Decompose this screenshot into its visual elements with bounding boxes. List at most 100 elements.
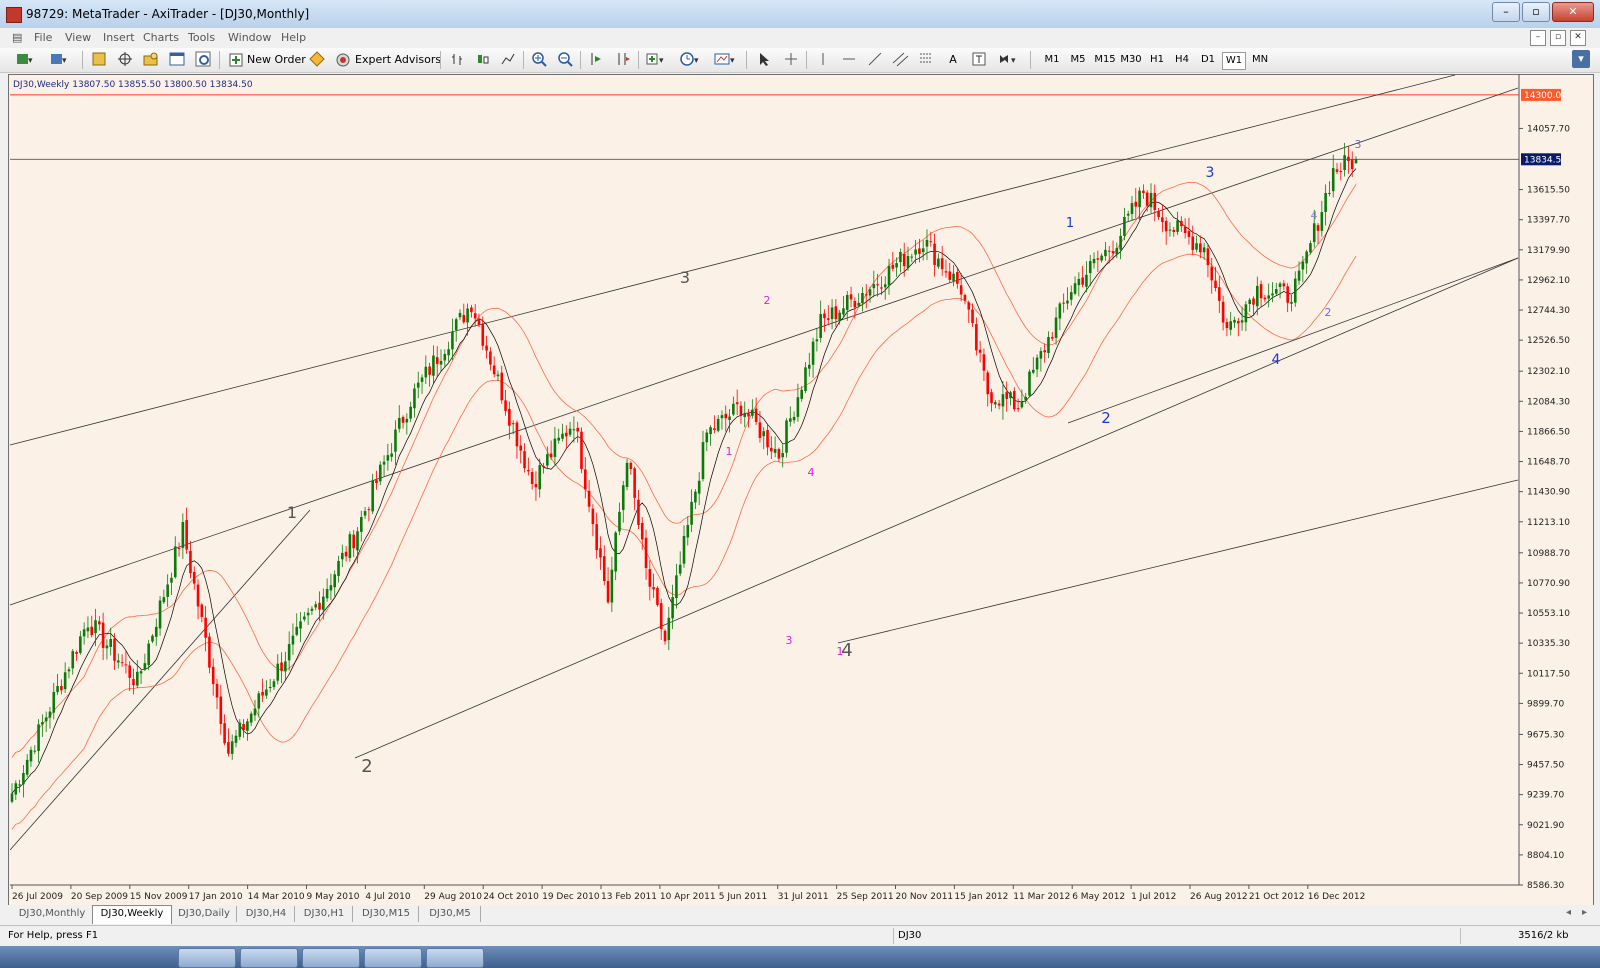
candle-body — [994, 402, 997, 405]
candle-body — [132, 678, 135, 686]
price-chart[interactable]: 1234123412341234 14057.7013615.5013397.7… — [0, 0, 1600, 905]
tab-dj30-h4[interactable]: DJ30,H4 — [238, 906, 295, 922]
candle-body — [823, 313, 826, 319]
price-tick-label: 9021.90 — [1527, 821, 1564, 831]
candle-body — [697, 480, 701, 494]
taskbar-item[interactable] — [302, 948, 360, 968]
candle-body — [1316, 225, 1320, 231]
candle-body — [1335, 169, 1339, 172]
moving-average — [11, 168, 1357, 794]
tab-dj30-monthly[interactable]: DJ30,Monthly — [12, 906, 93, 922]
candle-body — [864, 294, 868, 296]
candle-body — [895, 263, 898, 268]
date-tick-label: 17 Jan 2010 — [189, 892, 243, 902]
price-tick-label: 10335.30 — [1527, 639, 1570, 649]
date-tick-label: 25 Sep 2011 — [837, 892, 894, 902]
candle-body — [204, 617, 207, 638]
date-tick-label: 20 Nov 2011 — [896, 892, 954, 902]
candle-body — [90, 626, 94, 636]
candle-body — [257, 693, 261, 709]
candle-body — [925, 239, 929, 247]
taskbar-item[interactable] — [178, 948, 236, 968]
candle-body — [834, 306, 838, 320]
candle-body — [1142, 190, 1145, 194]
wave-label: 4 — [1272, 352, 1281, 368]
candle-body — [1350, 159, 1354, 170]
taskbar-item[interactable] — [364, 948, 422, 968]
candle-body — [227, 742, 230, 754]
candle-body — [1130, 203, 1134, 215]
candle-body — [1312, 223, 1316, 243]
candle-body — [185, 520, 188, 550]
candle-body — [454, 319, 458, 330]
tab-scroll-left-icon[interactable]: ◂ — [1566, 907, 1571, 918]
candle-body — [405, 418, 409, 423]
candle-body — [276, 663, 280, 681]
candle-body — [868, 289, 872, 296]
candle-body — [223, 723, 226, 744]
candle-body — [709, 427, 712, 435]
candle-body — [902, 254, 906, 267]
candle-body — [671, 597, 674, 619]
tab-dj30-daily[interactable]: DJ30,Daily — [172, 906, 237, 922]
candle-body — [1107, 250, 1111, 252]
tab-dj30-weekly[interactable]: DJ30,Weekly — [92, 905, 172, 924]
candle-body — [1274, 289, 1278, 294]
date-tick-label: 24 Oct 2010 — [483, 892, 539, 902]
candle-body — [542, 466, 545, 468]
wave-label: 2 — [764, 294, 771, 307]
candle-body — [940, 258, 944, 270]
candle-body — [98, 621, 101, 625]
taskbar-item[interactable] — [426, 948, 484, 968]
candle-body — [978, 349, 982, 353]
candle-body — [849, 294, 853, 300]
candle-body — [565, 432, 568, 437]
price-tick-label: 11213.10 — [1527, 518, 1570, 528]
candle-body — [515, 422, 519, 447]
candle-body — [1013, 390, 1016, 410]
date-tick-label: 20 Sep 2009 — [71, 892, 128, 902]
candle-body — [599, 548, 602, 558]
tab-dj30-h1[interactable]: DJ30,H1 — [296, 906, 353, 922]
candle-body — [329, 585, 333, 591]
candle-body — [56, 686, 59, 693]
candle-body — [971, 309, 974, 324]
candle-body — [910, 256, 914, 258]
candle-body — [177, 547, 181, 549]
candle-body — [420, 377, 424, 382]
candle-body — [60, 686, 63, 691]
tab-dj30-m15[interactable]: DJ30,M15 — [354, 906, 419, 922]
candle-body — [1009, 392, 1012, 399]
chart-tabs: DJ30,Monthly DJ30,Weekly DJ30,Daily DJ30… — [0, 905, 1600, 924]
candle-body — [549, 453, 553, 458]
date-tick-label: 14 Mar 2010 — [248, 892, 305, 902]
price-tick-label: 10770.90 — [1527, 579, 1570, 589]
candle-body — [1240, 320, 1244, 323]
candle-body — [1145, 192, 1149, 206]
candle-body — [546, 454, 549, 466]
taskbar-item[interactable] — [240, 948, 298, 968]
candle-body — [1290, 301, 1293, 304]
candle-body — [963, 294, 967, 301]
candle-body — [701, 442, 705, 480]
candle-body — [621, 485, 625, 510]
candle-body — [906, 256, 910, 269]
candle-body — [921, 248, 925, 253]
candle-body — [41, 722, 44, 725]
candle-body — [492, 365, 496, 375]
candle-body — [663, 630, 667, 642]
candle-body — [29, 749, 33, 762]
candle-body — [310, 608, 314, 611]
candle-body — [151, 635, 154, 642]
tab-dj30-m5[interactable]: DJ30,M5 — [420, 906, 481, 922]
candle-body — [1206, 248, 1210, 266]
tab-scroll-right-icon[interactable]: ▸ — [1582, 907, 1587, 918]
candle-body — [200, 604, 204, 617]
candle-body — [1157, 211, 1160, 218]
candle-body — [75, 652, 78, 654]
candle-body — [1020, 401, 1024, 408]
trendline — [1067, 257, 1519, 424]
candle-body — [1073, 283, 1077, 294]
candle-body — [397, 418, 401, 429]
price-tick-label: 11430.90 — [1527, 488, 1570, 498]
